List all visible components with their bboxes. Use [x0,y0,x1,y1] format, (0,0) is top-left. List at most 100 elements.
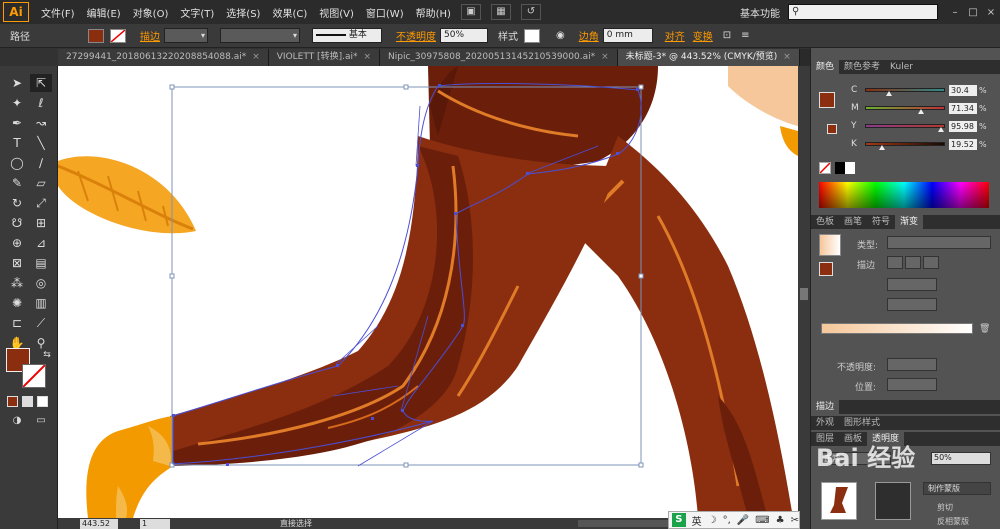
menu-select[interactable]: 选择(S) [226,5,260,20]
swap-fill-stroke-icon[interactable]: ⇆ [36,346,58,364]
slider-c-knob[interactable] [886,91,893,96]
paintbrush-icon[interactable]: ∕ [30,154,52,172]
eyedropper-icon[interactable]: ⁂ [6,274,28,292]
stroke-gradient-btn-2[interactable] [905,256,921,269]
slider-k-knob[interactable] [878,145,885,150]
panel-fill-swatch[interactable] [819,92,835,108]
gradient-slider-bar[interactable] [821,323,973,334]
free-transform-icon[interactable]: ⊞ [30,214,52,232]
gradient-angle-input[interactable] [887,278,937,291]
maximize-icon[interactable]: □ [964,7,982,18]
object-thumbnail[interactable] [821,482,857,520]
none-mode-icon[interactable] [37,396,48,407]
tab-symbols[interactable]: 符号 [867,215,895,229]
vertical-scrollbar[interactable] [798,66,810,518]
blend-icon[interactable]: ◎ [30,274,52,292]
mask-thumbnail[interactable] [875,482,911,520]
gpu-icon[interactable]: ↺ [520,4,541,20]
tab-color[interactable]: 颜色 [811,60,840,74]
workspace-switcher[interactable]: 基本功能 [740,5,780,20]
opacity-link[interactable]: 不透明度 [396,28,436,43]
menu-window[interactable]: 窗口(W) [366,5,404,20]
align-link[interactable]: 对齐 [665,28,685,43]
menu-effect[interactable]: 效果(C) [272,5,307,20]
rotate-icon[interactable]: ↻ [6,194,28,212]
eraser-icon[interactable]: ▱ [30,174,52,192]
stroke-style-dropdown[interactable]: 基本 [312,28,382,43]
stroke-color-box[interactable] [22,364,46,388]
fill-swatch[interactable] [88,28,104,43]
stroke-link[interactable]: 描边 [140,28,160,43]
slider-k-track[interactable] [865,142,945,150]
selection-tool-icon[interactable]: ➤ [6,74,28,92]
draw-mode-icon[interactable]: ◑ [6,412,28,430]
m-value-input[interactable]: 71.34 [949,102,977,114]
color-spectrum[interactable] [819,182,989,208]
ellipse-tool-icon[interactable]: ◯ [6,154,28,172]
tab-kuler[interactable]: Kuler [885,60,918,74]
menu-help[interactable]: 帮助(H) [416,5,451,20]
tab-appearance[interactable]: 外观 [811,416,839,430]
lasso-icon[interactable]: ℓ [30,94,52,112]
tab-close-icon[interactable]: × [363,52,371,62]
scroll-thumb[interactable] [800,288,808,300]
stroke-weight-dropdown[interactable] [164,28,208,43]
ime-tools-icon[interactable]: ✂ [791,515,799,526]
ime-skin-icon[interactable]: ♣ [776,515,785,526]
slider-c[interactable]: C 30.4% [851,84,1000,96]
recolor-icon[interactable]: ◉ [556,30,565,41]
close-icon[interactable]: × [982,7,1000,18]
slider-y-track[interactable] [865,124,945,132]
gradient-position-input[interactable] [887,378,937,391]
tab-stroke[interactable]: 描边 [811,400,840,414]
clip-checkbox-label[interactable]: 剪切 [937,502,953,513]
tab-swatches[interactable]: 色板 [811,215,839,229]
magic-wand-icon[interactable]: ✦ [6,94,28,112]
menu-object[interactable]: 对象(O) [133,5,169,20]
graph-tool-icon[interactable]: ▥ [30,294,52,312]
slider-c-track[interactable] [865,88,945,96]
mesh-icon[interactable]: ⊠ [6,254,28,272]
variable-width-dropdown[interactable] [220,28,300,43]
none-swatch[interactable] [819,162,831,174]
color-mode-icon[interactable] [7,396,18,407]
transform-link[interactable]: 变换 [693,28,713,43]
trash-icon[interactable]: 🗑 [979,324,990,334]
doc-tab[interactable]: 27299441_20180613220208854088.ai* × [58,49,269,66]
tab-color-guide[interactable]: 颜色参考 [839,60,885,74]
warp-icon[interactable]: ☋ [6,214,28,232]
menu-edit[interactable]: 编辑(E) [87,5,121,20]
graphic-style-swatch[interactable] [524,28,540,43]
black-swatch[interactable] [835,162,845,174]
panel-menu-icon[interactable]: ≡ [741,30,749,41]
gradient-mode-icon[interactable] [22,396,33,407]
corner-input[interactable]: 0 mm [602,28,653,43]
curvature-icon[interactable]: ↝ [30,114,52,132]
y-value-input[interactable]: 95.98 [949,120,977,132]
doc-tab[interactable]: VIOLETT [转换].ai* × [268,49,381,66]
stroke-gradient-btn-3[interactable] [923,256,939,269]
pencil-icon[interactable]: ✎ [6,174,28,192]
stroke-gradient-btn-1[interactable] [887,256,903,269]
type-tool-icon[interactable]: T [6,134,28,152]
k-value-input[interactable]: 19.52 [949,138,977,150]
gradient-preview-swatch[interactable] [819,234,841,256]
slider-m-track[interactable] [865,106,945,114]
pen-tool-icon[interactable]: ✒ [6,114,28,132]
gradient-type-dropdown[interactable] [887,236,991,249]
zoom-input[interactable]: 443.52 [80,518,118,529]
opacity-input[interactable]: 50% [440,28,488,43]
stroke-swatch[interactable] [110,28,126,43]
artboard-number-input[interactable]: 1 [140,518,170,529]
make-mask-button[interactable]: 制作蒙版 [923,482,991,495]
symbol-sprayer-icon[interactable]: ✺ [6,294,28,312]
ime-mic-icon[interactable]: 🎤 [737,515,749,526]
ime-moon-icon[interactable]: ☽ [708,515,717,526]
c-value-input[interactable]: 30.4 [949,84,977,96]
slider-k[interactable]: K 19.52% [851,138,1000,150]
slice-tool-icon[interactable]: ⟋ [30,314,52,332]
doc-tab[interactable]: Nipic_30975808_20200513145210539000.ai* × [380,49,618,66]
arm-shape[interactable] [728,66,798,126]
doc-tab-active[interactable]: 未标题-3* @ 443.52% (CMYK/预览) × [617,49,800,66]
perspective-icon[interactable]: ⊿ [30,234,52,252]
